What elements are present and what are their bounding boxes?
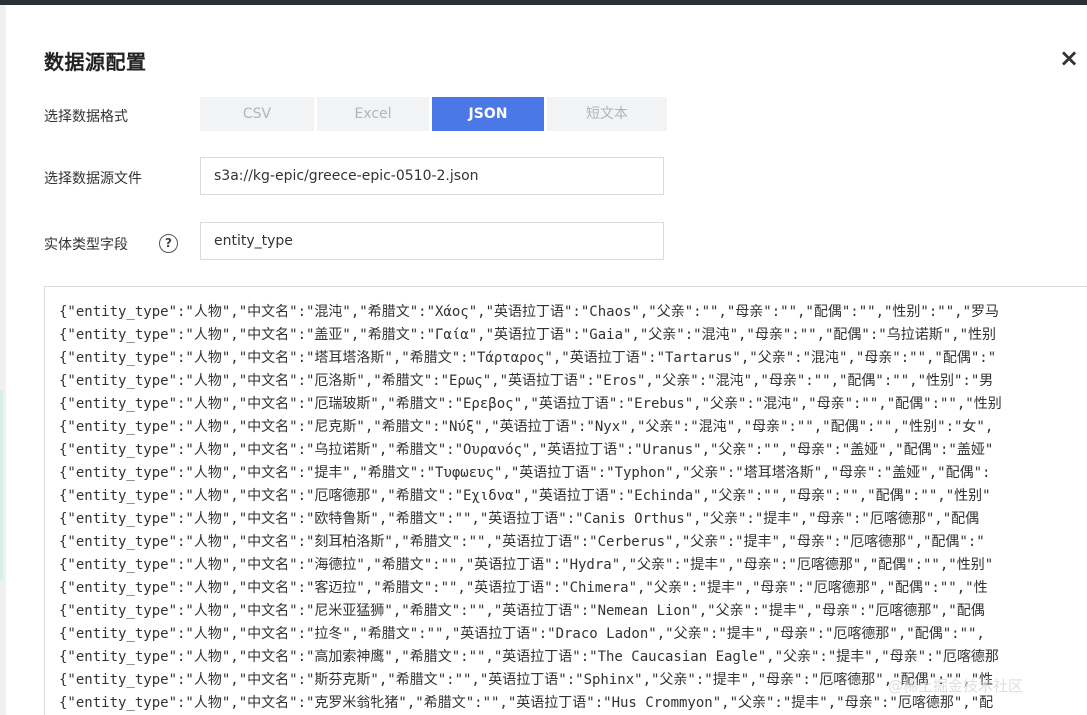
preview-line: {"entity_type":"人物","中文名":"厄洛斯","希腊文":"Ε… [59,373,994,389]
preview-line: {"entity_type":"人物","中文名":"厄喀德那","希腊文":"… [59,488,991,504]
format-label: 选择数据格式 [44,109,128,125]
preview-line: {"entity_type":"人物","中文名":"高加索神鹰","希腊文":… [59,649,999,665]
preview-line: {"entity_type":"人物","中文名":"盖亚","希腊文":"Γα… [59,327,997,343]
format-option-json[interactable]: JSON [432,97,544,131]
background-accent [0,390,3,580]
preview-line: {"entity_type":"人物","中文名":"尼米亚猛狮","希腊文":… [59,603,985,619]
preview-line: {"entity_type":"人物","中文名":"刻耳柏洛斯","希腊文":… [59,534,985,550]
format-option-excel[interactable]: Excel [317,97,429,131]
preview-line: {"entity_type":"人物","中文名":"塔耳塔洛斯","希腊文":… [59,350,997,366]
preview-line: {"entity_type":"人物","中文名":"提丰","希腊文":"Τυ… [59,465,991,481]
dialog-title: 数据源配置 [44,50,147,74]
entity-type-field-input[interactable]: entity_type [200,222,664,260]
preview-line: {"entity_type":"人物","中文名":"海德拉","希腊文":""… [59,557,994,573]
preview-line: {"entity_type":"人物","中文名":"尼克斯","希腊文":"Ν… [59,419,994,435]
preview-line: {"entity_type":"人物","中文名":"客迈拉","希腊文":""… [59,580,988,596]
background-page-strip [0,5,6,715]
entity-field-label: 实体类型字段 [44,237,128,253]
format-option-csv[interactable]: CSV [200,97,314,131]
preview-line: {"entity_type":"人物","中文名":"厄瑞玻斯","希腊文":"… [59,396,1002,412]
preview-line: {"entity_type":"人物","中文名":"乌拉诺斯","希腊文":"… [59,442,994,458]
preview-line: {"entity_type":"人物","中文名":"混沌","希腊文":"Χά… [59,304,1000,320]
json-preview-box[interactable]: {"entity_type":"人物","中文名":"混沌","希腊文":"Χά… [44,286,1087,715]
format-option-short-text[interactable]: 短文本 [547,97,667,131]
watermark: @稀土掘金技术社区 [888,677,1024,695]
preview-line: {"entity_type":"人物","中文名":"克罗米翁牝猪","希腊文"… [59,695,994,711]
file-label: 选择数据源文件 [44,171,142,187]
help-icon[interactable]: ? [159,234,178,253]
preview-line: {"entity_type":"人物","中文名":"拉冬","希腊文":"",… [59,626,985,642]
preview-line: {"entity_type":"人物","中文名":"欧特鲁斯","希腊文":"… [59,511,980,527]
preview-line: {"entity_type":"人物","中文名":"斯芬克斯","希腊文":"… [59,672,994,688]
file-path-input[interactable]: s3a://kg-epic/greece-epic-0510-2.json [200,157,664,195]
close-icon[interactable]: × [1058,44,1080,72]
top-bar [0,0,1087,5]
